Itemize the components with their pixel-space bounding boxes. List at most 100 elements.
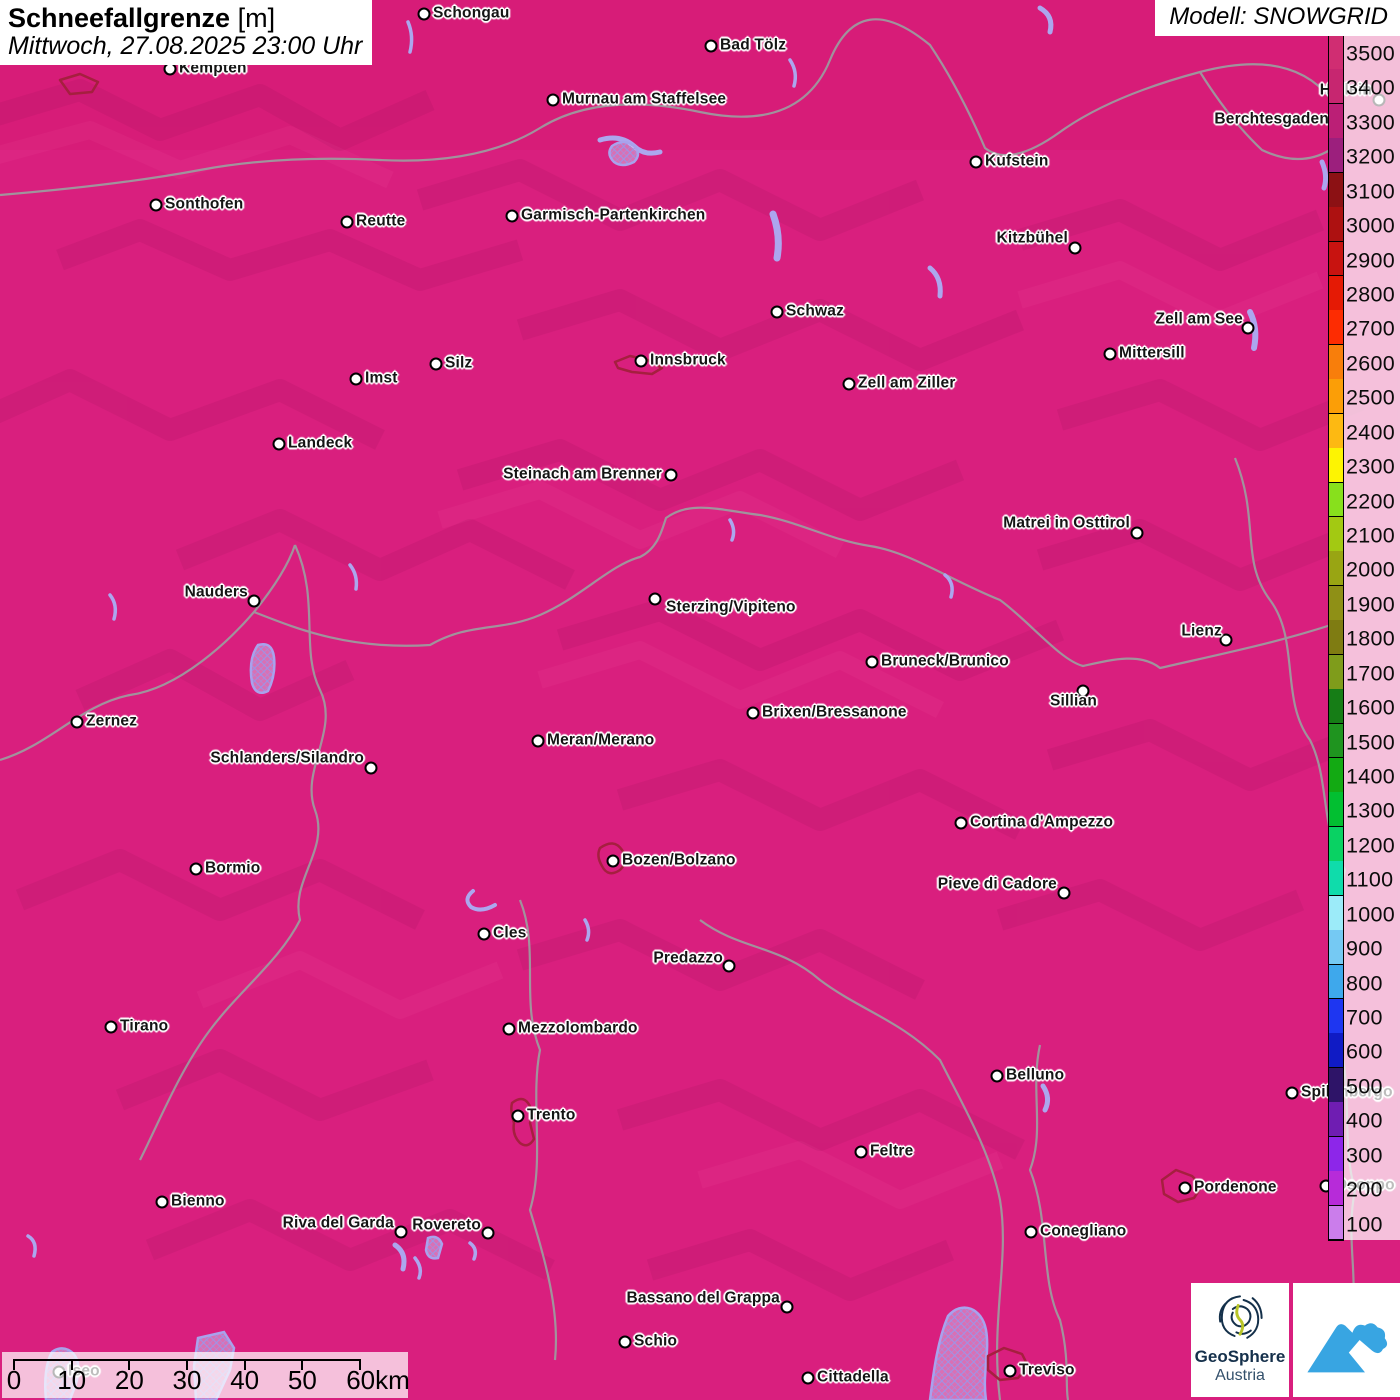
legend-cell (1329, 585, 1343, 621)
city-dot (394, 1225, 408, 1239)
city-label: Zernez (86, 712, 138, 730)
city-label: Schongau (433, 4, 510, 22)
legend-cell (1329, 861, 1343, 897)
legend-cell (1329, 413, 1343, 449)
city-dot (1130, 526, 1144, 540)
city-label: Pieve di Cadore (937, 875, 1057, 893)
legend-cell (1329, 1136, 1343, 1172)
city-label: Schlanders/Silandro (210, 749, 364, 767)
city-dot (990, 1069, 1004, 1083)
legend-cell (1329, 448, 1343, 484)
city-label: Mittersill (1119, 344, 1185, 362)
city-dot (746, 706, 760, 720)
scale-number: 40 (230, 1365, 260, 1395)
city-label: Kitzbühel (996, 229, 1068, 247)
city-label: Zell am See (1155, 310, 1243, 328)
scale-number: 60km (346, 1365, 410, 1395)
city-label: Cortina d'Ampezzo (970, 813, 1114, 831)
city-dot (189, 862, 203, 876)
city-dot (502, 1022, 516, 1036)
city-dot (801, 1371, 815, 1385)
map-scale-bar: 0 10 20 30 40 50 60km (2, 1352, 410, 1398)
city-label: Predazzo (653, 949, 723, 967)
city-label: Belluno (1006, 1066, 1065, 1084)
city-label: Schwaz (786, 302, 845, 320)
city-label: Bormio (205, 859, 261, 877)
city-dot (969, 155, 983, 169)
city-label: Treviso (1019, 1361, 1075, 1379)
city-label-layer: Schongau Bad Tölz Kempten Murnau am Staffel… (0, 0, 1400, 1400)
scale-number: 20 (114, 1365, 144, 1395)
scale-number: 10 (57, 1365, 87, 1395)
map-title-box: Schneefallgrenze [m] Mittwoch, 27.08.202… (0, 0, 373, 65)
legend-cell (1329, 964, 1343, 1000)
city-label: Innsbruck (650, 351, 726, 369)
model-label-box: Modell: SNOWGRID (1155, 0, 1400, 36)
page-title: Schneefallgrenze [m] (8, 3, 362, 33)
legend-cell (1329, 344, 1343, 380)
weather-map-page: Schongau Bad Tölz Kempten Murnau am Staffel… (0, 0, 1400, 1400)
city-dot (1178, 1181, 1192, 1195)
title-parameter: Schneefallgrenze (8, 3, 231, 33)
city-dot (104, 1020, 118, 1034)
legend-cell (1329, 517, 1343, 552)
geosphere-country: Austria (1215, 1367, 1265, 1384)
legend-cell (1329, 930, 1343, 966)
legend-cell (1329, 758, 1343, 793)
city-dot (722, 959, 736, 973)
blue-mountain-icon (1306, 1323, 1387, 1373)
legend-cell (1329, 69, 1343, 105)
geosphere-name: GeoSphere (1194, 1347, 1286, 1366)
legend-cell (1329, 103, 1343, 139)
city-dot (477, 927, 491, 941)
city-label: Meran/Merano (547, 731, 655, 749)
scale-number: 30 (172, 1365, 202, 1395)
city-label: Landeck (288, 434, 353, 452)
legend-cell (1329, 1067, 1343, 1103)
city-label: Riva del Garda (282, 1214, 394, 1232)
city-dot (854, 1145, 868, 1159)
city-label: Berchtesgaden (1214, 110, 1329, 128)
city-label: Sterzing/Vipiteno (666, 598, 796, 616)
city-label: Schio (634, 1332, 678, 1350)
legend-cell (1329, 1102, 1343, 1138)
city-label: Cittadella (817, 1368, 889, 1386)
city-dot (1103, 347, 1117, 361)
city-label: Feltre (870, 1142, 914, 1160)
city-dot (272, 437, 286, 451)
city-label: Bad Tölz (720, 36, 787, 54)
city-dot (770, 305, 784, 319)
legend-cell (1329, 620, 1343, 656)
legend-cell (1329, 482, 1343, 518)
city-label: Silz (445, 354, 473, 372)
legend-cell (1329, 241, 1343, 277)
city-label: Reutte (356, 212, 406, 230)
scale-number: 0 (6, 1365, 22, 1395)
city-label: Tirano (120, 1017, 169, 1035)
city-label: Garmisch-Partenkirchen (521, 206, 706, 224)
legend-cell (1329, 999, 1343, 1034)
city-label: Brixen/Bressanone (762, 703, 907, 721)
city-dot (865, 655, 879, 669)
city-dot (1057, 886, 1071, 900)
city-label: Imst (365, 369, 398, 387)
city-label: Trento (527, 1106, 576, 1124)
legend-cell (1329, 826, 1343, 862)
city-label: Sillian (1049, 692, 1097, 710)
city-dot (1024, 1225, 1038, 1239)
city-dot (340, 215, 354, 229)
legend-cell (1329, 689, 1343, 725)
city-label: Pordenone (1194, 1178, 1277, 1196)
model-label: Modell: SNOWGRID (1169, 3, 1388, 30)
city-label: Nauders (184, 583, 248, 601)
city-label: Kufstein (985, 152, 1049, 170)
legend-color-bar (1328, 34, 1344, 1241)
city-dot (149, 198, 163, 212)
city-dot (780, 1300, 794, 1314)
legend-cell (1329, 551, 1343, 587)
city-dot (648, 592, 662, 606)
legend-cell (1329, 207, 1343, 243)
legend-cell (1329, 276, 1343, 311)
city-label: Cles (493, 924, 527, 942)
city-dot (364, 761, 378, 775)
